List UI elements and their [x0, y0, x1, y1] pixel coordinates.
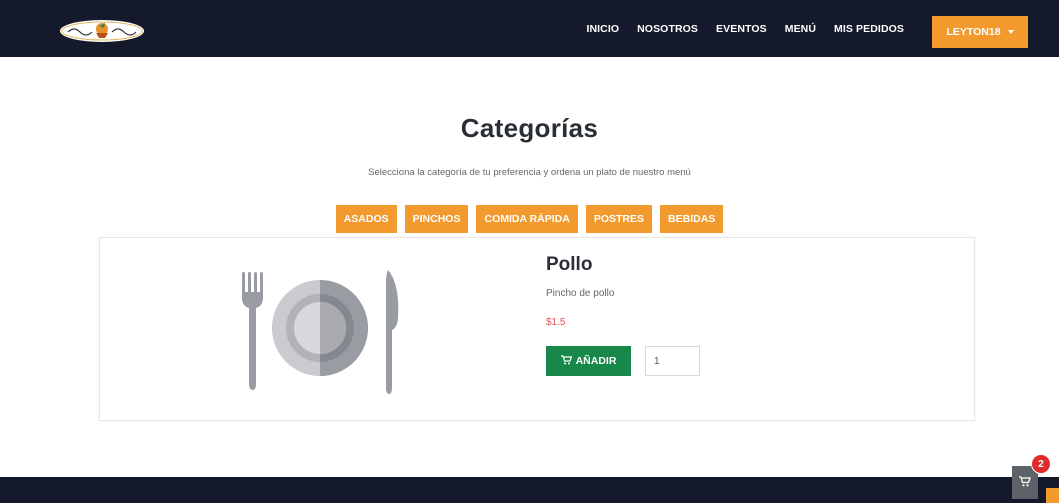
nav-link-menu[interactable]: MENÚ — [776, 23, 825, 35]
quantity-input[interactable] — [645, 346, 700, 376]
dish-placeholder-image — [239, 264, 401, 394]
user-menu-label: LEYTON18 — [946, 26, 1001, 38]
cart-icon — [560, 354, 572, 368]
category-filter: ASADOS PINCHOS COMIDA RÁPIDA POSTRES BEB… — [0, 205, 1059, 233]
main-nav: INICIO NOSOTROS EVENTOS MENÚ MIS PEDIDOS — [577, 0, 913, 57]
scroll-to-top-button[interactable] — [1046, 488, 1059, 503]
add-to-cart-button[interactable]: AÑADIR — [546, 346, 631, 376]
brand-logo[interactable] — [58, 18, 146, 44]
category-button-pinchos[interactable]: PINCHOS — [404, 205, 469, 233]
product-description: Pincho de pollo — [546, 288, 615, 299]
category-button-comida-rapida[interactable]: COMIDA RÁPIDA — [476, 205, 578, 233]
page-subtitle: Selecciona la categoría de tu preferenci… — [368, 167, 691, 178]
footer — [0, 477, 1059, 503]
nav-link-eventos[interactable]: EVENTOS — [707, 23, 776, 35]
user-menu-button[interactable]: LEYTON18 — [932, 16, 1028, 48]
category-button-bebidas[interactable]: BEBIDAS — [660, 205, 724, 233]
nav-link-nosotros[interactable]: NOSOTROS — [628, 23, 707, 35]
page-title: Categorías — [460, 113, 599, 143]
navbar: INICIO NOSOTROS EVENTOS MENÚ MIS PEDIDOS… — [0, 0, 1059, 57]
cart-count-badge: 2 — [1031, 454, 1051, 474]
nav-link-inicio[interactable]: INICIO — [577, 23, 628, 35]
product-name: Pollo — [546, 254, 593, 275]
add-to-cart-label: AÑADIR — [575, 355, 617, 367]
category-button-postres[interactable]: POSTRES — [585, 205, 653, 233]
product-price: $1.5 — [546, 317, 566, 328]
cart-icon — [1019, 474, 1031, 492]
category-button-asados[interactable]: ASADOS — [335, 205, 397, 233]
product-card: Pollo Pincho de pollo $1.5 AÑADIR — [99, 237, 975, 421]
nav-link-mis-pedidos[interactable]: MIS PEDIDOS — [825, 23, 913, 35]
caret-down-icon — [1007, 30, 1014, 34]
